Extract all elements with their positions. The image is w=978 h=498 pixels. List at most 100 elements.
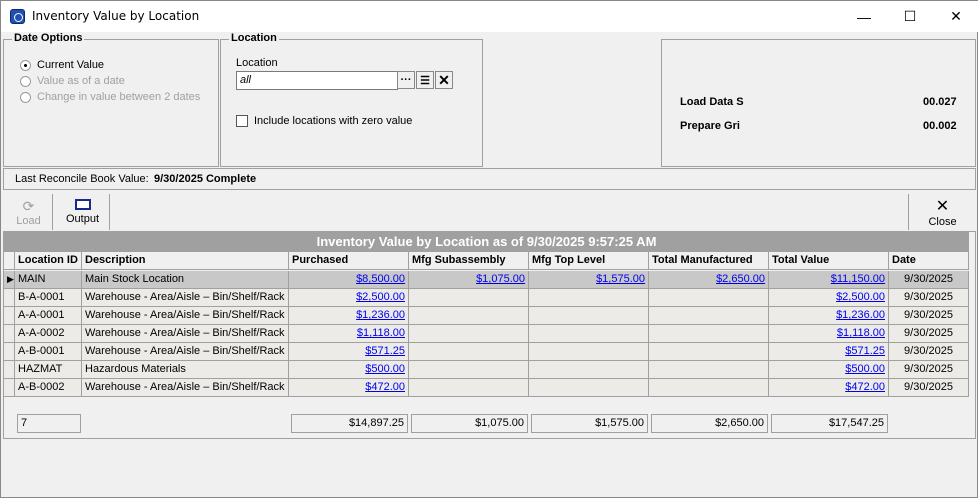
radio-label: Change in value between 2 dates — [37, 91, 201, 103]
row-selector[interactable] — [4, 343, 15, 361]
table-cell: $472.00 — [769, 379, 889, 397]
table-cell — [529, 289, 649, 307]
table-cell: Warehouse - Area/Aisle – Bin/Shelf/Rack — [82, 379, 289, 397]
value-link[interactable]: $1,118.00 — [837, 327, 885, 339]
radio-change-between-dates[interactable]: Change in value between 2 dates — [20, 91, 200, 103]
reconcile-label: Last Reconcile Book Value: — [15, 173, 149, 185]
output-button[interactable]: Output — [56, 194, 110, 230]
location-legend: Location — [229, 32, 279, 44]
table-cell — [649, 361, 769, 379]
value-link[interactable]: $2,500.00 — [356, 291, 405, 303]
table-cell: $1,118.00 — [769, 325, 889, 343]
radio-value-as-of-date[interactable]: Value as of a date — [20, 75, 125, 87]
row-selector[interactable] — [4, 361, 15, 379]
include-zero-checkbox[interactable] — [236, 115, 248, 127]
table-cell — [409, 343, 529, 361]
close-window-button[interactable]: ✕ — [933, 1, 978, 32]
close-icon: ✕ — [935, 198, 950, 215]
value-link[interactable]: $472.00 — [845, 381, 885, 393]
table-cell: $1,118.00 — [289, 325, 409, 343]
row-selector[interactable] — [4, 289, 15, 307]
close-button[interactable]: ✕ Close — [908, 194, 976, 230]
table-cell: 9/30/2025 — [889, 361, 969, 379]
table-cell: $571.25 — [769, 343, 889, 361]
table-cell — [529, 325, 649, 343]
table-cell: 9/30/2025 — [889, 271, 969, 289]
table-cell — [409, 379, 529, 397]
table-cell — [649, 307, 769, 325]
value-link[interactable]: $2,500.00 — [836, 291, 885, 303]
row-header — [4, 252, 15, 270]
total-purchased: $14,897.25 — [291, 414, 408, 433]
column-header[interactable]: Total Value — [769, 252, 889, 270]
maximize-button[interactable]: ☐ — [887, 1, 933, 32]
list-icon[interactable]: ☰ — [416, 71, 434, 89]
cell-text: B-A-0001 — [18, 291, 65, 303]
table-cell: HAZMAT — [15, 361, 82, 379]
value-link[interactable]: $500.00 — [845, 363, 885, 375]
column-header[interactable]: Date — [889, 252, 969, 270]
total-mfg-sub: $1,075.00 — [411, 414, 528, 433]
row-selector[interactable] — [4, 307, 15, 325]
value-link[interactable]: $1,575.00 — [596, 273, 645, 285]
column-header[interactable]: Purchased — [289, 252, 409, 270]
column-header[interactable]: Mfg Subassembly — [409, 252, 529, 270]
value-link[interactable]: $11,150.00 — [831, 273, 885, 285]
row-selector[interactable] — [4, 325, 15, 343]
value-link[interactable]: $571.25 — [845, 345, 885, 357]
table-cell: $1,236.00 — [289, 307, 409, 325]
column-header[interactable]: Mfg Top Level — [529, 252, 649, 270]
table-cell: 9/30/2025 — [889, 379, 969, 397]
value-link[interactable]: $1,118.00 — [357, 327, 405, 339]
value-link[interactable]: $571.25 — [365, 345, 405, 357]
table-cell — [649, 343, 769, 361]
table-cell: Warehouse - Area/Aisle – Bin/Shelf/Rack — [82, 289, 289, 307]
table-cell: $472.00 — [289, 379, 409, 397]
close-label: Close — [928, 216, 957, 228]
clear-icon[interactable]: ✕ — [435, 71, 453, 89]
cell-text: Warehouse - Area/Aisle – Bin/Shelf/Rack — [85, 291, 285, 303]
table-cell: Main Stock Location — [82, 271, 289, 289]
output-label: Output — [65, 213, 100, 225]
table-cell: Hazardous Materials — [82, 361, 289, 379]
table-cell: A-A-0002 — [15, 325, 82, 343]
column-header[interactable]: Total Manufactured — [649, 252, 769, 270]
row-selector[interactable] — [4, 379, 15, 397]
radio-current-value[interactable]: Current Value — [20, 59, 104, 71]
table-cell: 9/30/2025 — [889, 289, 969, 307]
column-header[interactable]: Description — [82, 252, 289, 270]
timing-value: 00.027 — [923, 96, 957, 108]
total-total-mfg: $2,650.00 — [651, 414, 768, 433]
table-cell: 9/30/2025 — [889, 307, 969, 325]
cell-text: Hazardous Materials — [85, 363, 186, 375]
table-cell — [649, 325, 769, 343]
cell-text: Main Stock Location — [85, 273, 185, 285]
table-cell: $1,236.00 — [769, 307, 889, 325]
minimize-button[interactable]: — — [841, 1, 887, 32]
column-header[interactable]: Location ID — [15, 252, 82, 270]
table-cell: $2,650.00 — [649, 271, 769, 289]
browse-button[interactable]: ··· — [397, 71, 415, 89]
total-mfg-top: $1,575.00 — [531, 414, 648, 433]
value-link[interactable]: $1,236.00 — [836, 309, 885, 321]
cell-text: A-B-0001 — [18, 345, 65, 357]
cell-text: Warehouse - Area/Aisle – Bin/Shelf/Rack — [85, 381, 285, 393]
value-link[interactable]: $8,500.00 — [356, 273, 405, 285]
cell-text: Warehouse - Area/Aisle – Bin/Shelf/Rack — [85, 327, 285, 339]
output-icon — [74, 199, 91, 210]
load-label: Load — [16, 214, 41, 227]
value-link[interactable]: $1,236.00 — [356, 309, 405, 321]
value-link[interactable]: $1,075.00 — [476, 273, 525, 285]
table-cell: $1,575.00 — [529, 271, 649, 289]
total-total-value: $17,547.25 — [771, 414, 888, 433]
row-selector[interactable]: ▶ — [4, 271, 15, 289]
date-options-group: Date Options Current Value Value as of a… — [3, 32, 219, 167]
value-link[interactable]: $500.00 — [365, 363, 405, 375]
load-button[interactable]: ⟳ Load — [5, 194, 53, 230]
reconcile-bar: Last Reconcile Book Value: 9/30/2025 Com… — [3, 168, 976, 190]
value-link[interactable]: $2,650.00 — [716, 273, 765, 285]
include-zero-label: Include locations with zero value — [254, 115, 413, 127]
table-cell — [649, 379, 769, 397]
value-link[interactable]: $472.00 — [365, 381, 405, 393]
location-input[interactable]: all — [236, 71, 398, 90]
